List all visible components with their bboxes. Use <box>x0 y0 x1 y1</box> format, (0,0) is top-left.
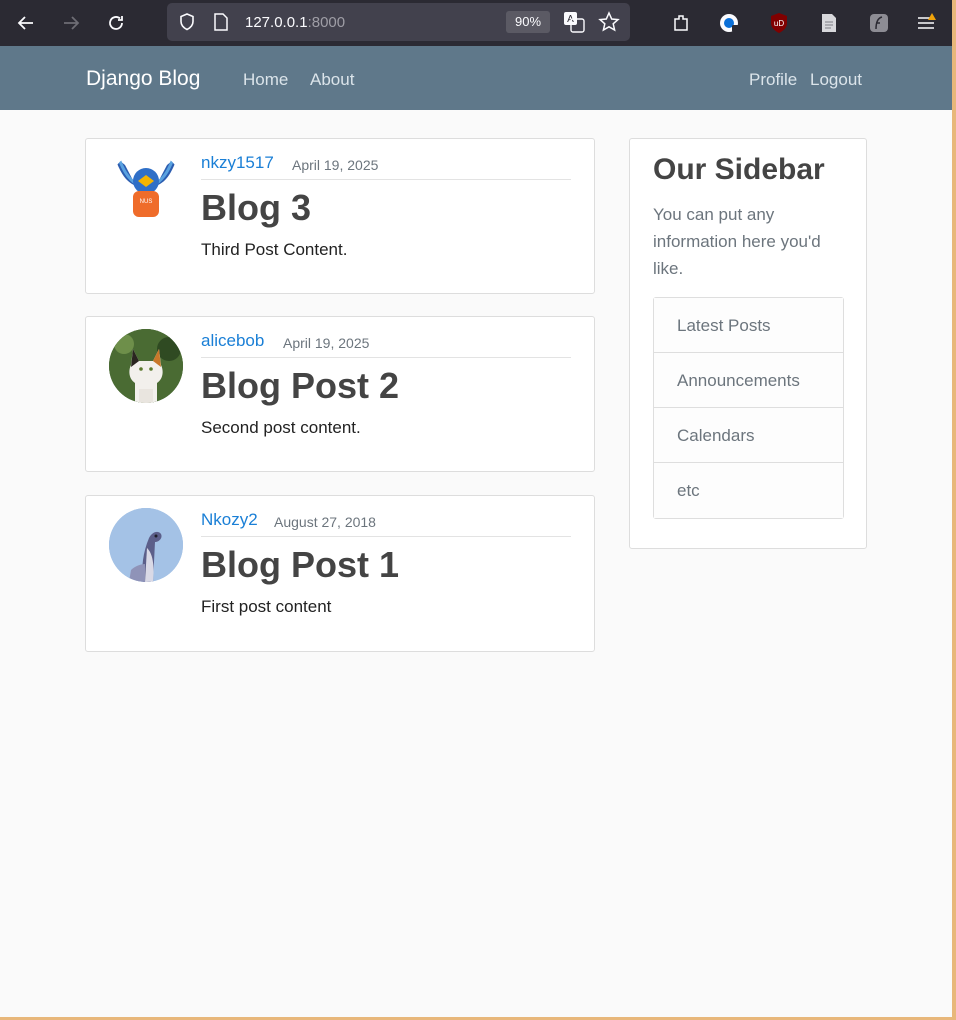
sidebar-title: Our Sidebar <box>653 153 825 186</box>
url-text[interactable]: 127.0.0.1:8000 <box>245 14 345 31</box>
sidebar: Our Sidebar You can put any information … <box>629 138 867 549</box>
sidebar-item-calendars[interactable]: Calendars <box>654 408 843 463</box>
menu-icon[interactable] <box>909 6 943 40</box>
nav-home-link[interactable]: Home <box>243 70 288 90</box>
post-title[interactable]: Blog Post 2 <box>201 365 399 407</box>
extensions-icon[interactable] <box>664 6 698 40</box>
site-navbar: Django Blog Home About Profile Logout <box>0 46 952 110</box>
author-link[interactable]: nkzy1517 <box>201 153 274 173</box>
sidebar-item-latest-posts[interactable]: Latest Posts <box>654 298 843 353</box>
author-link[interactable]: alicebob <box>201 331 264 351</box>
shield-icon[interactable] <box>177 12 197 37</box>
post-meta: alicebob April 19, 2025 <box>201 331 571 358</box>
post-card: Nkozy2 August 27, 2018 Blog Post 1 First… <box>85 495 595 652</box>
nav-logout-link[interactable]: Logout <box>810 70 862 90</box>
sidebar-description: You can put any information here you'd l… <box>653 205 821 278</box>
brand-link[interactable]: Django Blog <box>86 67 200 91</box>
post-meta: nkzy1517 April 19, 2025 <box>201 153 571 180</box>
post-title[interactable]: Blog Post 1 <box>201 544 399 586</box>
nav-about-link[interactable]: About <box>310 70 354 90</box>
nav-profile-link[interactable]: Profile <box>749 70 797 90</box>
avatar <box>109 508 183 582</box>
zoom-level-badge[interactable]: 90% <box>506 11 550 33</box>
back-icon[interactable] <box>9 6 43 40</box>
forward-icon[interactable] <box>54 6 88 40</box>
svg-text:uD: uD <box>774 19 784 28</box>
url-bar[interactable]: 127.0.0.1:8000 90% A <box>167 3 630 41</box>
post-meta: Nkozy2 August 27, 2018 <box>201 510 571 537</box>
browser-toolbar: 127.0.0.1:8000 90% A uD <box>0 0 952 46</box>
page-icon[interactable] <box>213 13 229 36</box>
post-content: Third Post Content. <box>201 240 348 259</box>
post-content: First post content <box>201 597 332 616</box>
reader-icon[interactable] <box>812 6 846 40</box>
window-border-right <box>952 0 956 1020</box>
post-date: August 27, 2018 <box>274 514 376 530</box>
star-icon[interactable] <box>598 11 620 38</box>
post-date: April 19, 2025 <box>292 157 379 173</box>
translate-icon[interactable]: A <box>563 11 585 38</box>
avatar <box>109 329 183 403</box>
sidebar-item-etc[interactable]: etc <box>654 463 843 518</box>
post-card: NUS nkzy1517 April 19, 2025 Blog 3 Third… <box>85 138 595 294</box>
avatar: NUS <box>109 151 183 225</box>
url-host: 127.0.0.1 <box>245 14 308 31</box>
post-card: alicebob April 19, 2025 Blog Post 2 Seco… <box>85 316 595 472</box>
feather-icon[interactable] <box>862 6 896 40</box>
url-port: :8000 <box>307 14 346 31</box>
post-content: Second post content. <box>201 418 361 437</box>
password-manager-icon[interactable] <box>712 6 746 40</box>
post-date: April 19, 2025 <box>283 335 370 351</box>
reload-icon[interactable] <box>99 6 133 40</box>
sidebar-list: Latest Posts Announcements Calendars etc <box>653 297 844 519</box>
svg-text:NUS: NUS <box>140 199 153 205</box>
author-link[interactable]: Nkozy2 <box>201 510 258 530</box>
sidebar-item-announcements[interactable]: Announcements <box>654 353 843 408</box>
post-title[interactable]: Blog 3 <box>201 187 311 229</box>
ublock-icon[interactable]: uD <box>762 6 796 40</box>
